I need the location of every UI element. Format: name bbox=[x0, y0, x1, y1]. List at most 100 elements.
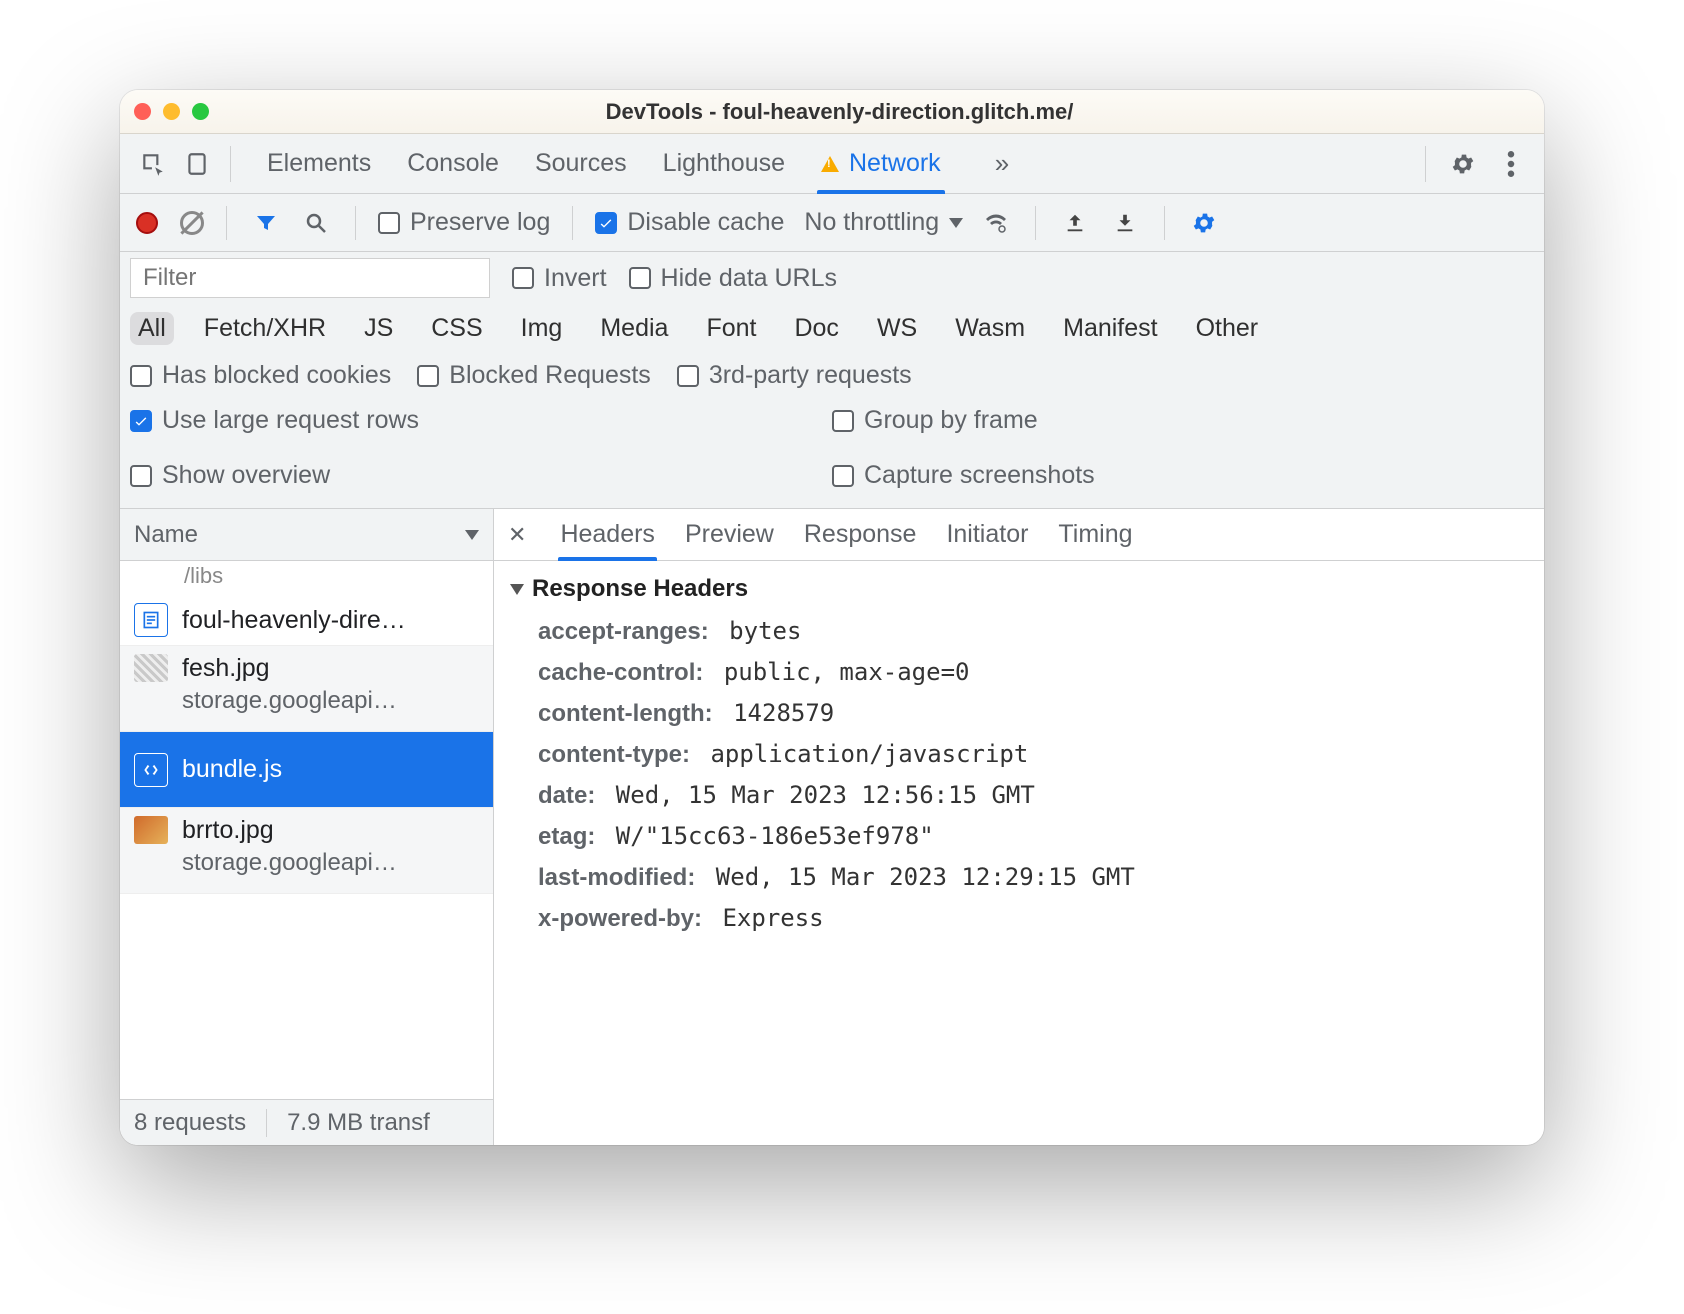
invert-label: Invert bbox=[544, 264, 607, 293]
dtab-timing[interactable]: Timing bbox=[1058, 509, 1132, 560]
gear-icon[interactable] bbox=[1446, 147, 1480, 181]
type-doc[interactable]: Doc bbox=[786, 312, 846, 345]
throttling-select[interactable]: No throttling bbox=[804, 208, 963, 237]
filter-icon[interactable] bbox=[249, 206, 283, 240]
checkbox-icon bbox=[512, 267, 534, 289]
separator bbox=[1035, 206, 1036, 240]
js-icon bbox=[134, 753, 168, 787]
status-transfer: 7.9 MB transf bbox=[287, 1109, 430, 1137]
checkbox-icon bbox=[629, 267, 651, 289]
resource-type-filter: All Fetch/XHR JS CSS Img Media Font Doc … bbox=[120, 308, 1544, 355]
header-key: content-type: bbox=[538, 741, 690, 768]
blocked-requests-checkbox[interactable]: Blocked Requests bbox=[417, 361, 651, 390]
header-key: last-modified: bbox=[538, 864, 695, 891]
type-ws[interactable]: WS bbox=[869, 312, 925, 345]
type-fetch[interactable]: Fetch/XHR bbox=[196, 312, 334, 345]
type-js[interactable]: JS bbox=[356, 312, 401, 345]
type-media[interactable]: Media bbox=[592, 312, 676, 345]
close-icon[interactable] bbox=[134, 103, 151, 120]
dtab-preview[interactable]: Preview bbox=[685, 509, 774, 560]
network-settings-icon[interactable] bbox=[1187, 206, 1221, 240]
disable-cache-checkbox[interactable]: Disable cache bbox=[595, 208, 784, 237]
third-party-checkbox[interactable]: 3rd-party requests bbox=[677, 361, 912, 390]
header-key: date: bbox=[538, 782, 595, 809]
group-by-frame-checkbox[interactable]: Group by frame bbox=[832, 406, 1534, 435]
type-font[interactable]: Font bbox=[698, 312, 764, 345]
tab-elements[interactable]: Elements bbox=[267, 134, 371, 193]
invert-checkbox[interactable]: Invert bbox=[512, 264, 607, 293]
list-item[interactable]: fesh.jpg storage.googleapi… bbox=[120, 646, 493, 732]
header-line: accept-ranges: bytes bbox=[510, 611, 1528, 652]
header-value: Express bbox=[708, 904, 824, 932]
type-css[interactable]: CSS bbox=[423, 312, 490, 345]
section-toggle[interactable]: Response Headers bbox=[510, 575, 1528, 603]
tab-network[interactable]: Network bbox=[821, 134, 941, 193]
hide-data-urls-label: Hide data URLs bbox=[661, 264, 837, 293]
separator bbox=[266, 1109, 267, 1137]
network-conditions-icon[interactable] bbox=[979, 206, 1013, 240]
type-all[interactable]: All bbox=[130, 312, 174, 345]
record-button[interactable] bbox=[136, 212, 158, 234]
devtools-window: DevTools - foul-heavenly-direction.glitc… bbox=[120, 90, 1544, 1145]
tab-console[interactable]: Console bbox=[407, 134, 499, 193]
use-large-rows-label: Use large request rows bbox=[162, 406, 419, 435]
column-header-name[interactable]: Name bbox=[120, 509, 493, 561]
inspect-icon[interactable] bbox=[136, 147, 170, 181]
search-icon[interactable] bbox=[299, 206, 333, 240]
row-primary: fesh.jpg bbox=[182, 654, 397, 683]
checkbox-icon bbox=[417, 365, 439, 387]
type-img[interactable]: Img bbox=[513, 312, 571, 345]
row-secondary: storage.googleapi… bbox=[182, 687, 397, 715]
type-manifest[interactable]: Manifest bbox=[1055, 312, 1165, 345]
upload-har-icon[interactable] bbox=[1058, 206, 1092, 240]
header-key: content-length: bbox=[538, 700, 713, 727]
detail-pane: ✕ Headers Preview Response Initiator Tim… bbox=[494, 509, 1544, 1145]
header-value: bytes bbox=[715, 617, 802, 645]
doc-icon bbox=[134, 603, 168, 637]
list-item[interactable]: brrto.jpgstorage.googleapi… bbox=[120, 808, 493, 894]
filter-input[interactable] bbox=[130, 258, 490, 298]
detail-body: Response Headers accept-ranges: bytescac… bbox=[494, 561, 1544, 1145]
show-overview-checkbox[interactable]: Show overview bbox=[130, 461, 832, 490]
column-label: Name bbox=[134, 521, 198, 549]
has-blocked-cookies-checkbox[interactable]: Has blocked cookies bbox=[130, 361, 391, 390]
minimize-icon[interactable] bbox=[163, 103, 180, 120]
checkbox-icon bbox=[832, 465, 854, 487]
tab-network-label: Network bbox=[849, 149, 941, 178]
dtab-headers[interactable]: Headers bbox=[560, 509, 655, 560]
header-value: W/"15cc63-186e53ef978" bbox=[601, 822, 933, 850]
hide-data-urls-checkbox[interactable]: Hide data URLs bbox=[629, 264, 837, 293]
list-item[interactable]: foul-heavenly-dire… bbox=[120, 595, 493, 646]
header-value: Wed, 15 Mar 2023 12:29:15 GMT bbox=[701, 863, 1134, 891]
type-other[interactable]: Other bbox=[1188, 312, 1267, 345]
capture-screenshots-label: Capture screenshots bbox=[864, 461, 1095, 490]
header-value: application/javascript bbox=[696, 740, 1028, 768]
kebab-menu-icon[interactable] bbox=[1494, 147, 1528, 181]
type-wasm[interactable]: Wasm bbox=[947, 312, 1033, 345]
disable-cache-label: Disable cache bbox=[627, 208, 784, 237]
list-item[interactable]: bundle.js bbox=[120, 732, 493, 808]
separator bbox=[1164, 206, 1165, 240]
clear-button[interactable] bbox=[180, 211, 204, 235]
titlebar: DevTools - foul-heavenly-direction.glitc… bbox=[120, 90, 1544, 134]
preserve-log-checkbox[interactable]: Preserve log bbox=[378, 208, 550, 237]
download-har-icon[interactable] bbox=[1108, 206, 1142, 240]
main-tabs: Elements Console Sources Lighthouse Netw… bbox=[120, 134, 1544, 194]
third-party-label: 3rd-party requests bbox=[709, 361, 912, 390]
detail-tabs: ✕ Headers Preview Response Initiator Tim… bbox=[494, 509, 1544, 561]
device-toggle-icon[interactable] bbox=[180, 147, 214, 181]
use-large-rows-checkbox[interactable]: Use large request rows bbox=[130, 406, 832, 435]
show-overview-label: Show overview bbox=[162, 461, 330, 490]
maximize-icon[interactable] bbox=[192, 103, 209, 120]
tab-sources[interactable]: Sources bbox=[535, 134, 627, 193]
close-detail-button[interactable]: ✕ bbox=[508, 522, 530, 548]
split-pane: Name /libs foul-heavenly-dire… fesh.jpg s… bbox=[120, 509, 1544, 1145]
image-thumb-icon bbox=[134, 654, 168, 682]
tab-lighthouse[interactable]: Lighthouse bbox=[663, 134, 785, 193]
preserve-log-label: Preserve log bbox=[410, 208, 550, 237]
dtab-initiator[interactable]: Initiator bbox=[946, 509, 1028, 560]
tabs-overflow-button[interactable]: » bbox=[977, 148, 1027, 179]
dtab-response[interactable]: Response bbox=[804, 509, 917, 560]
capture-screenshots-checkbox[interactable]: Capture screenshots bbox=[832, 461, 1534, 490]
list-fragment: /libs bbox=[120, 561, 493, 595]
